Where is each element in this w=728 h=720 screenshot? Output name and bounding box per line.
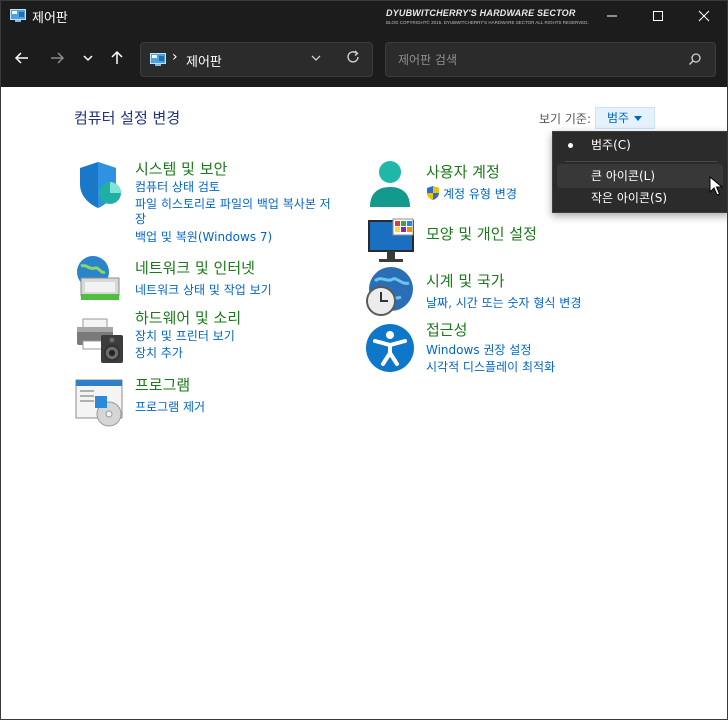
selected-bullet-icon <box>568 143 573 148</box>
search-icon[interactable] <box>688 52 702 66</box>
forward-button[interactable] <box>46 50 68 70</box>
back-button[interactable] <box>11 50 33 70</box>
view-by-menu: 범주(C) 큰 아이콘(L) 작은 아이콘(S) <box>552 131 727 213</box>
menu-separator <box>565 161 717 162</box>
search-box[interactable] <box>385 42 716 77</box>
link-add-device[interactable]: 장치 추가 <box>135 344 183 361</box>
breadcrumb-item[interactable]: 제어판 <box>186 51 222 70</box>
programs-icon <box>75 379 123 427</box>
link-file-history-backup[interactable]: 파일 히스토리로 파일의 백업 복사본 저 <box>135 195 331 212</box>
category-user-accounts[interactable]: 사용자 계정 <box>426 161 500 182</box>
refresh-icon <box>347 50 359 63</box>
clock-globe-icon <box>366 267 413 316</box>
arrow-right-icon <box>51 52 65 64</box>
title-bar: 제어판 DYUBWITCHERRY'S HARDWARE SECTOR BLOG… <box>1 1 727 32</box>
network-globe-icon <box>77 256 120 300</box>
up-button[interactable] <box>106 50 128 70</box>
close-icon <box>698 10 710 22</box>
menu-item-label: 범주(C) <box>591 138 631 152</box>
minimize-icon <box>607 15 617 17</box>
link-devices-printers[interactable]: 장치 및 프린터 보기 <box>135 327 235 344</box>
category-appearance-personalization[interactable]: 모양 및 개인 설정 <box>426 223 537 244</box>
shield-icon <box>80 162 121 208</box>
link-review-computer-status[interactable]: 컴퓨터 상태 검토 <box>135 178 220 195</box>
refresh-button[interactable] <box>345 49 361 69</box>
control-panel-window: 제어판 DYUBWITCHERRY'S HARDWARE SECTOR BLOG… <box>0 0 728 720</box>
link-optimize-visual-display[interactable]: 시각적 디스플레이 최적화 <box>426 358 555 375</box>
close-button[interactable] <box>681 1 727 32</box>
link-uninstall-program[interactable]: 프로그램 제거 <box>135 398 205 415</box>
maximize-button[interactable] <box>635 1 681 32</box>
category-ease-of-access[interactable]: 접근성 <box>426 319 467 340</box>
printer-icon <box>77 318 123 363</box>
search-input[interactable] <box>396 49 680 71</box>
navigation-bar: › 제어판 <box>1 32 727 87</box>
appearance-monitor-icon <box>368 218 414 262</box>
mouse-cursor-icon <box>709 176 723 196</box>
category-programs[interactable]: 프로그램 <box>135 374 190 395</box>
watermark-subtitle: BLOG COPYRIGHT© 2015. DYUBWITCHERRY'S HA… <box>386 20 589 25</box>
category-clock-region[interactable]: 시계 및 국가 <box>426 270 505 291</box>
arrow-up-icon <box>111 50 123 64</box>
uac-shield-icon <box>427 186 439 200</box>
menu-item-label: 작은 아이콘(S) <box>591 191 667 205</box>
caret-down-icon <box>634 116 643 121</box>
link-network-status[interactable]: 네트워크 상태 및 작업 보기 <box>135 281 272 298</box>
address-dropdown-button[interactable] <box>310 52 322 67</box>
link-change-account-type[interactable]: 계정 유형 변경 <box>443 185 517 202</box>
menu-item-small-icons[interactable]: 작은 아이콘(S) <box>553 186 727 210</box>
chevron-down-icon <box>311 55 321 61</box>
breadcrumb-chevron-icon: › <box>172 49 178 65</box>
category-system-security[interactable]: 시스템 및 보안 <box>135 158 227 179</box>
address-bar[interactable]: › 제어판 <box>140 42 373 77</box>
link-windows-recommended-settings[interactable]: Windows 권장 설정 <box>426 341 531 358</box>
accessibility-icon <box>366 324 414 372</box>
recent-locations-button[interactable] <box>77 50 99 70</box>
control-panel-icon <box>150 53 166 66</box>
link-file-history-backup-wrap[interactable]: 장 <box>135 210 146 227</box>
arrow-left-icon <box>14 52 28 64</box>
link-date-time-format[interactable]: 날짜, 시간 또는 숫자 형식 변경 <box>426 294 581 311</box>
page-title: 컴퓨터 설정 변경 <box>74 109 181 127</box>
control-panel-icon <box>10 9 26 22</box>
menu-item-category[interactable]: 범주(C) <box>553 133 727 157</box>
view-by-label: 보기 기준: <box>539 112 592 126</box>
chevron-down-icon <box>83 55 93 62</box>
menu-item-label: 큰 아이콘(L) <box>591 169 656 183</box>
view-by-value: 범주 <box>607 111 630 125</box>
link-backup-restore[interactable]: 백업 및 복원(Windows 7) <box>135 228 272 245</box>
view-by-dropdown[interactable]: 범주 <box>595 107 655 129</box>
user-account-icon <box>370 161 410 207</box>
category-network-internet[interactable]: 네트워크 및 인터넷 <box>135 257 255 278</box>
menu-item-large-icons[interactable]: 큰 아이콘(L) <box>557 164 723 188</box>
window-title: 제어판 <box>32 11 68 26</box>
maximize-icon <box>653 11 663 21</box>
category-hardware-sound[interactable]: 하드웨어 및 소리 <box>135 307 241 328</box>
watermark-title: DYUBWITCHERRY'S HARDWARE SECTOR <box>386 8 576 18</box>
minimize-button[interactable] <box>589 1 635 32</box>
